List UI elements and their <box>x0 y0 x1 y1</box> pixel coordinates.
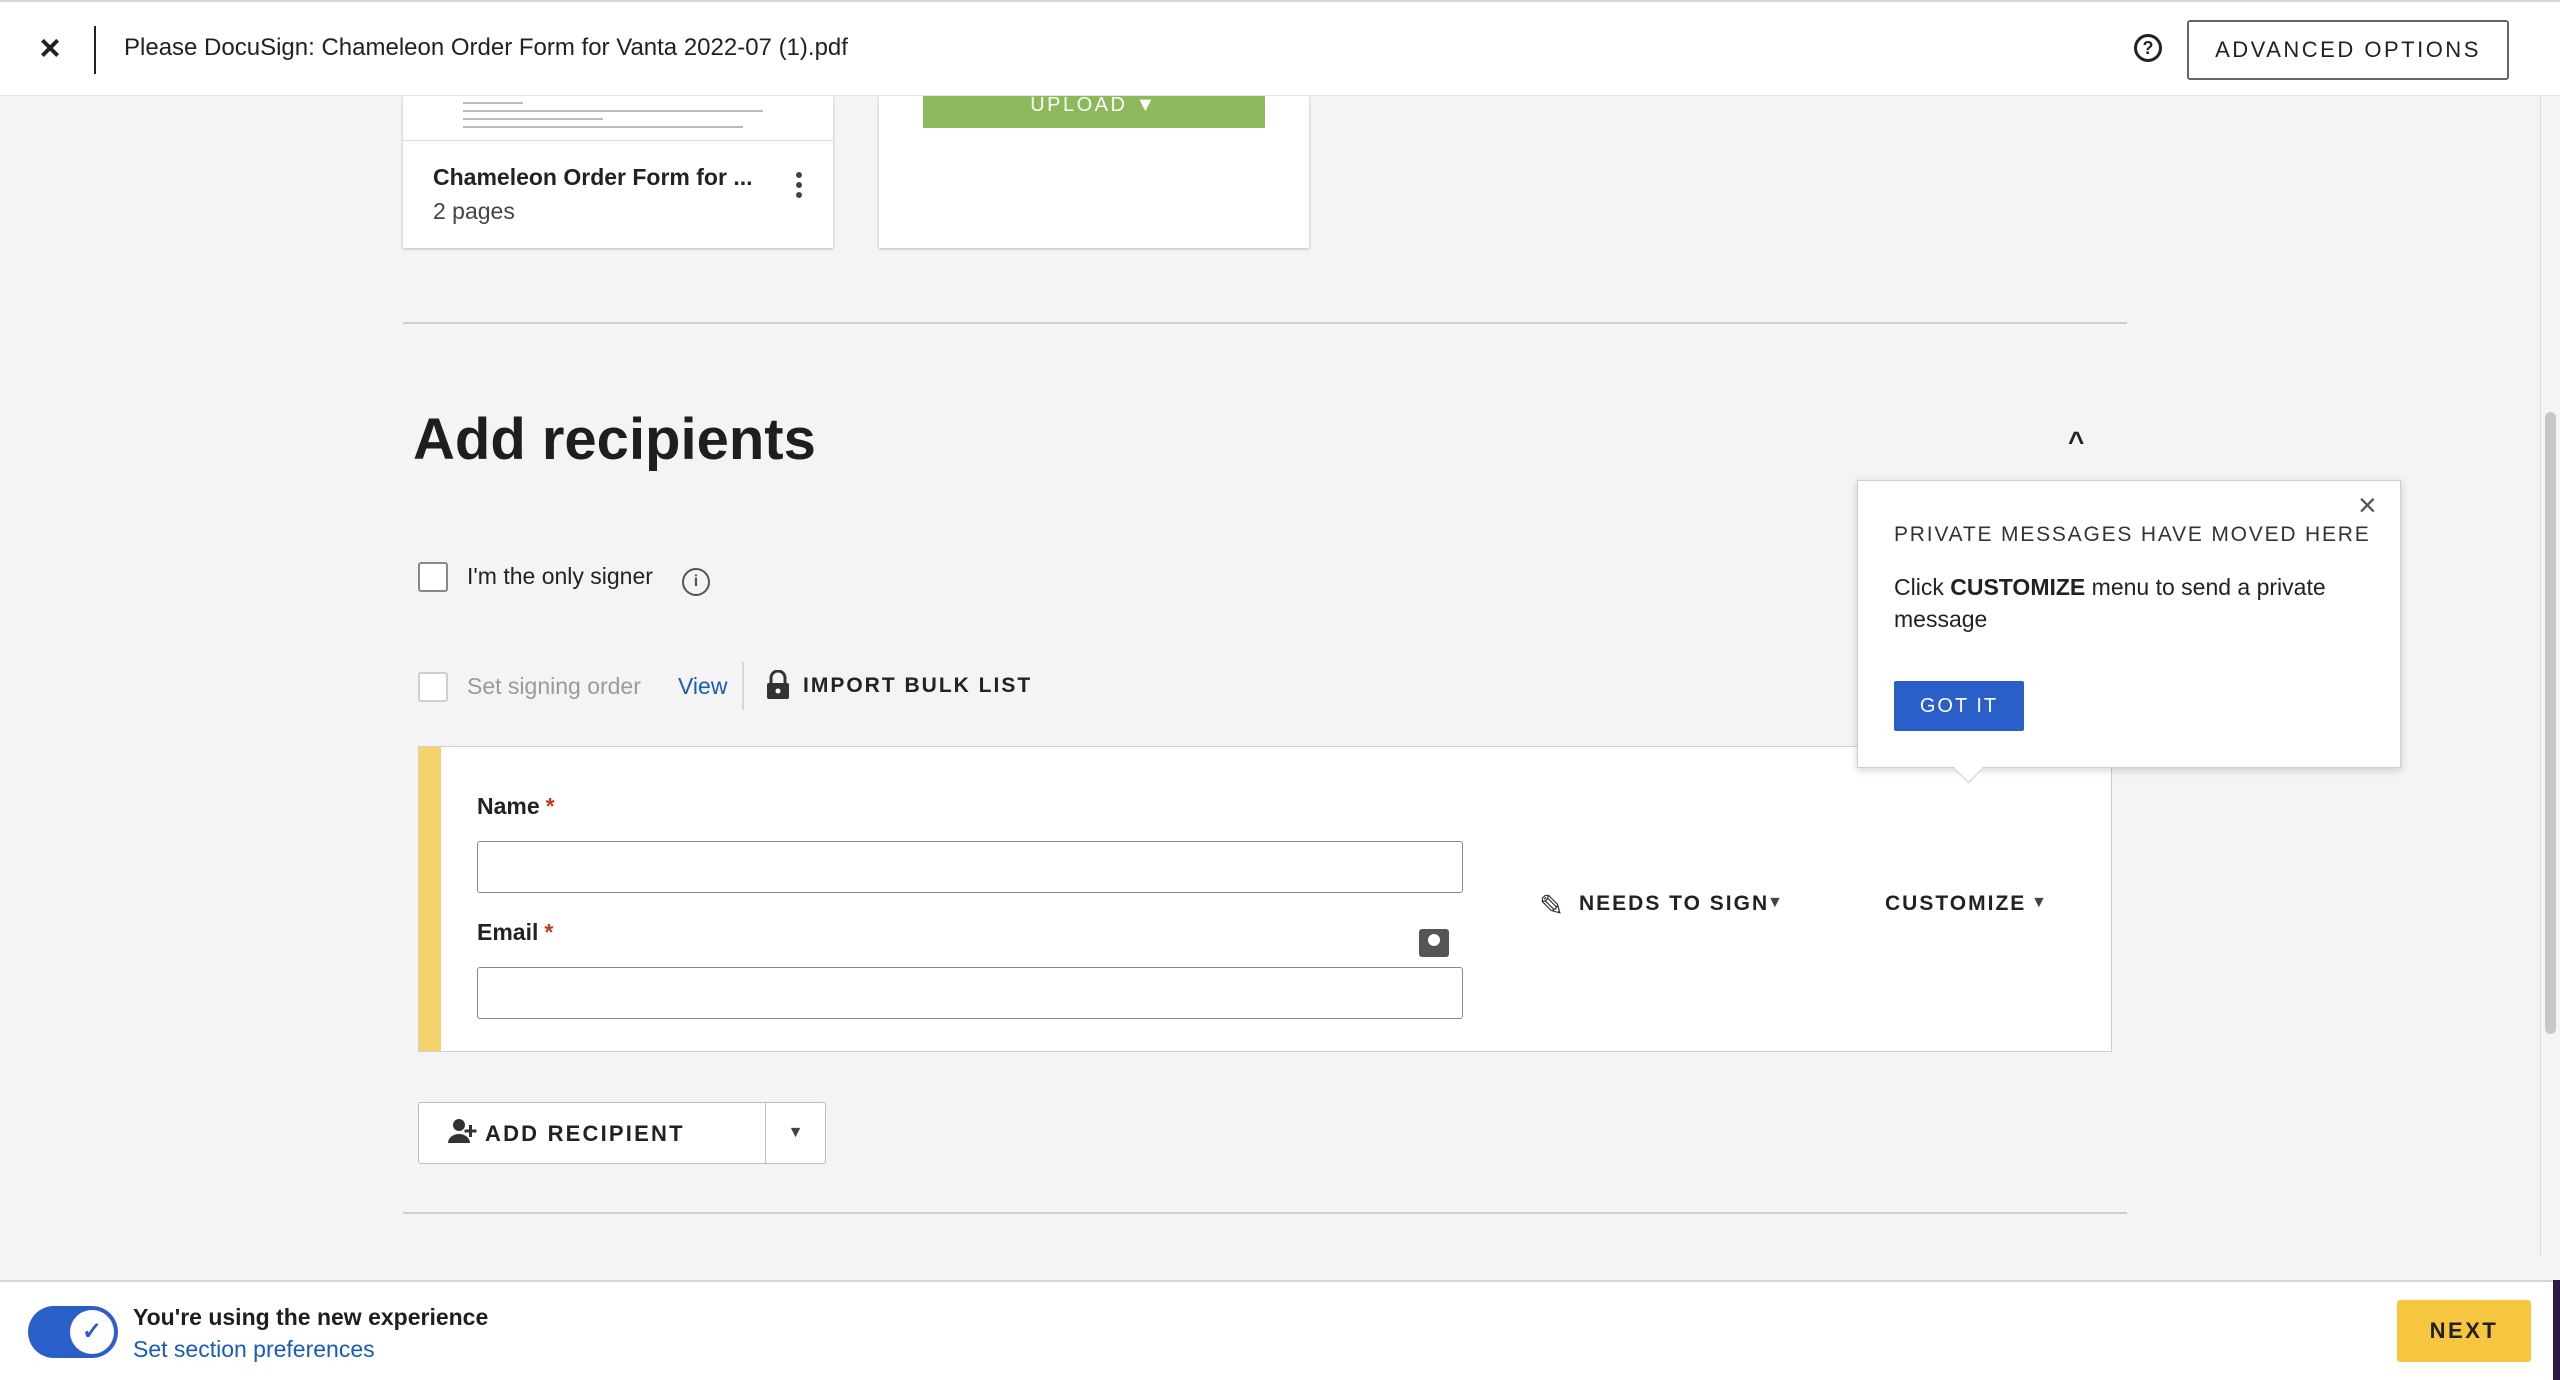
signing-order-label: Set signing order <box>467 673 641 699</box>
only-signer-checkbox[interactable] <box>418 562 448 592</box>
view-signing-order-link[interactable]: View <box>678 673 727 700</box>
experience-title: You're using the new experience <box>133 1304 489 1330</box>
recipient-card: Name * Email * ✎ NEEDS TO SIGN ▼ CUSTOMIZE… <box>418 746 2112 1052</box>
document-name: Chameleon Order Form for ... <box>433 164 753 190</box>
next-button[interactable]: NEXT <box>2397 1300 2531 1362</box>
scrollbar-thumb[interactable] <box>2545 412 2556 1034</box>
private-message-popover: × PRIVATE MESSAGES HAVE MOVED HERE Click… <box>1857 480 2401 768</box>
popover-title: PRIVATE MESSAGES HAVE MOVED HERE <box>1894 523 2371 546</box>
toolbar-divider <box>742 662 744 710</box>
info-icon[interactable]: i <box>682 568 710 596</box>
add-person-icon <box>447 1117 477 1152</box>
chevron-down-icon[interactable]: ▼ <box>2031 894 2047 912</box>
only-signer-label: I'm the only signer <box>467 563 653 589</box>
thumbnail-separator <box>403 140 833 141</box>
add-recipient-label: ADD RECIPIENT <box>485 1121 685 1146</box>
bottom-bar: ✓ You're using the new experience Set se… <box>0 1280 2560 1380</box>
new-experience-toggle[interactable]: ✓ <box>28 1306 118 1358</box>
advanced-options-button[interactable]: ADVANCED OPTIONS <box>2187 20 2509 80</box>
add-recipient-button[interactable]: ADD RECIPIENT <box>418 1102 766 1164</box>
name-label: Name * <box>477 793 555 819</box>
document-title: Please DocuSign: Chameleon Order Form fo… <box>124 34 848 61</box>
email-label: Email * <box>477 919 554 945</box>
header-divider <box>94 26 96 74</box>
document-card[interactable]: Chameleon Order Form for ... 2 pages <box>403 96 833 248</box>
got-it-button[interactable]: GOT IT <box>1894 681 2024 731</box>
customize-dropdown[interactable]: CUSTOMIZE <box>1885 892 2026 916</box>
check-icon: ✓ <box>70 1310 114 1354</box>
section-preferences-link[interactable]: Set section preferences <box>133 1336 375 1363</box>
lock-icon <box>767 670 789 699</box>
help-icon[interactable]: ? <box>2134 34 2162 62</box>
email-input[interactable] <box>477 967 1463 1019</box>
add-recipient-dropdown[interactable]: ▼ <box>766 1102 826 1164</box>
section-divider <box>403 322 2127 324</box>
document-more-icon[interactable] <box>796 172 804 202</box>
upload-button[interactable]: UPLOAD ▼ <box>923 96 1265 128</box>
signing-order-checkbox[interactable] <box>418 672 448 702</box>
close-icon[interactable]: × <box>30 28 70 68</box>
pen-icon: ✎ <box>1539 890 1565 923</box>
import-bulk-list-button[interactable]: IMPORT BULK LIST <box>803 674 1032 698</box>
top-bar: × Please DocuSign: Chameleon Order Form … <box>0 0 2560 96</box>
chevron-down-icon[interactable]: ▼ <box>1767 894 1783 912</box>
scrollbar[interactable] <box>2540 96 2560 1256</box>
name-input[interactable] <box>477 841 1463 893</box>
popover-message: Click CUSTOMIZE menu to send a private m… <box>1894 574 2326 632</box>
document-page-count: 2 pages <box>433 198 515 224</box>
recipient-color-stripe <box>419 747 441 1051</box>
section-divider <box>403 1212 2127 1214</box>
contacts-icon[interactable] <box>1419 929 1449 957</box>
section-title: Add recipients <box>413 407 816 472</box>
window-edge <box>2553 1280 2560 1380</box>
collapse-chevron-icon[interactable]: ^ <box>2068 426 2084 458</box>
document-thumbnail <box>443 96 793 134</box>
upload-card: UPLOAD ▼ <box>879 96 1309 248</box>
close-icon[interactable]: × <box>2358 487 2377 524</box>
role-dropdown[interactable]: NEEDS TO SIGN <box>1579 892 1769 916</box>
